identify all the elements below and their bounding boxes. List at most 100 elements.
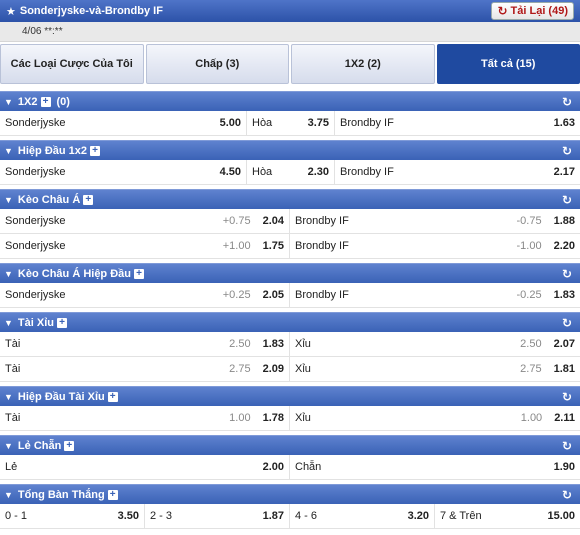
- odds-cell-goals-7-plus[interactable]: 7 & Trên 15.00: [435, 504, 580, 528]
- odds-value: 3.20: [407, 510, 429, 522]
- star-icon[interactable]: ★: [6, 5, 16, 18]
- odds-cell-goals-2-3[interactable]: 2 - 3 1.87: [145, 504, 290, 528]
- odds-value: 3.75: [307, 117, 329, 129]
- odds-cell-home[interactable]: Sonderjyske 5.00: [0, 111, 247, 135]
- odds-value: 2.09: [262, 363, 284, 375]
- section-title: 1X2: [17, 95, 38, 108]
- refresh-icon[interactable]: ↻: [562, 267, 572, 281]
- refresh-icon[interactable]: ↻: [562, 95, 572, 109]
- match-odds-panel: ★ Sonderjyske-và-Brondby IF ↻ Tải Lại (4…: [0, 0, 580, 535]
- section-over-under-header[interactable]: ▼ Tài Xỉu + ↻: [0, 312, 580, 332]
- goal-line-value: 2.50: [520, 338, 542, 350]
- selection-name: Tài: [5, 412, 21, 424]
- section-total-goals-header[interactable]: ▼ Tổng Bàn Thắng + ↻: [0, 484, 580, 504]
- plus-icon[interactable]: +: [134, 268, 144, 279]
- odds-cell-home[interactable]: Sonderjyske 4.50: [0, 160, 247, 184]
- selection-name: Brondby IF: [340, 166, 394, 178]
- refresh-icon[interactable]: ↻: [562, 390, 572, 404]
- refresh-icon: ↻: [497, 4, 508, 18]
- odds-value: 1.81: [553, 363, 575, 375]
- odds-row: Sonderjyske +0.75 2.04 Brondby IF -0.75 1.88: [0, 209, 580, 234]
- plus-icon[interactable]: +: [64, 440, 75, 451]
- plus-icon[interactable]: +: [90, 145, 101, 156]
- caret-down-icon: ▼: [4, 194, 13, 205]
- tab-my-bets[interactable]: Các Loại Cược Của Tôi: [0, 44, 144, 84]
- odds-value: 2.07: [553, 338, 575, 350]
- odds-cell-over[interactable]: Tài 2.50 1.83: [0, 332, 290, 356]
- section-title: Hiệp Đầu 1x2: [17, 144, 88, 157]
- odds-row: Lẻ 2.00 Chẵn 1.90: [0, 455, 580, 480]
- odds-cell-draw[interactable]: Hòa 3.75: [247, 111, 335, 135]
- odds-cell-home[interactable]: Sonderjyske +1.00 1.75: [0, 234, 290, 258]
- odds-cell-away[interactable]: Brondby IF 1.63: [335, 111, 580, 135]
- section-odd-even-header[interactable]: ▼ Lẻ Chẵn + ↻: [0, 435, 580, 455]
- odds-cell-even[interactable]: Chẵn 1.90: [290, 455, 580, 479]
- refresh-icon[interactable]: ↻: [562, 193, 572, 207]
- odds-cell-under[interactable]: Xỉu 2.50 2.07: [290, 332, 580, 356]
- odds-cell-under[interactable]: Xỉu 1.00 2.11: [290, 406, 580, 430]
- odds-cell-goals-4-6[interactable]: 4 - 6 3.20: [290, 504, 435, 528]
- handicap-value: +1.00: [222, 240, 251, 252]
- odds-row: Tài 2.75 2.09 Xỉu 2.75 1.81: [0, 357, 580, 382]
- odds-cell-home[interactable]: Sonderjyske +0.25 2.05: [0, 283, 290, 307]
- section-title: Kèo Châu Á: [17, 193, 81, 206]
- caret-down-icon: ▼: [4, 317, 13, 328]
- odds-cell-away[interactable]: Brondby IF -1.00 2.20: [290, 234, 580, 258]
- section-title: Kèo Châu Á Hiệp Đầu: [17, 267, 131, 280]
- refresh-icon[interactable]: ↻: [562, 439, 572, 453]
- goal-line-value: 2.50: [229, 338, 251, 350]
- refresh-icon[interactable]: ↻: [562, 144, 572, 158]
- tab-all[interactable]: Tất cả (15): [436, 44, 580, 84]
- plus-icon[interactable]: +: [83, 194, 94, 205]
- selection-name: Xỉu: [295, 338, 311, 350]
- odds-row: Tài 2.50 1.83 Xỉu 2.50 2.07: [0, 332, 580, 357]
- odds-cell-away[interactable]: Brondby IF 2.17: [335, 160, 580, 184]
- odds-cell-over[interactable]: Tài 2.75 2.09: [0, 357, 290, 381]
- odds-cell-home[interactable]: Sonderjyske +0.75 2.04: [0, 209, 290, 233]
- section-first-half-1x2-header[interactable]: ▼ Hiệp Đầu 1x2 + ↻: [0, 140, 580, 160]
- odds-cell-under[interactable]: Xỉu 2.75 1.81: [290, 357, 580, 381]
- odds-cell-away[interactable]: Brondby IF -0.75 1.88: [290, 209, 580, 233]
- odds-value: 2.00: [262, 461, 284, 473]
- goal-line-value: 1.00: [520, 412, 543, 424]
- goal-line-value: 1.00: [229, 412, 251, 424]
- refresh-icon[interactable]: ↻: [562, 488, 572, 502]
- section-count: (0): [56, 95, 70, 108]
- match-date-text: 4/06 **:**: [22, 26, 63, 37]
- section-first-half-asian-handicap-header[interactable]: ▼ Kèo Châu Á Hiệp Đầu + ↻: [0, 263, 580, 283]
- odds-value: 1.88: [553, 215, 575, 227]
- selection-name: Sonderjyske: [5, 117, 66, 129]
- section-1x2-header[interactable]: ▼ 1X2 + (0) ↻: [0, 91, 580, 111]
- odds-cell-over[interactable]: Tài 1.00 1.78: [0, 406, 290, 430]
- odds-cell-goals-0-1[interactable]: 0 - 1 3.50: [0, 504, 145, 528]
- plus-icon[interactable]: +: [107, 489, 118, 500]
- odds-value: 1.83: [553, 289, 575, 301]
- match-date: 4/06 **:**: [0, 22, 580, 42]
- plus-icon[interactable]: +: [40, 96, 51, 107]
- handicap-value: -0.75: [516, 215, 542, 227]
- refresh-icon[interactable]: ↻: [562, 316, 572, 330]
- reload-button[interactable]: ↻ Tải Lại (49): [491, 2, 574, 20]
- selection-name: Sonderjyske: [5, 289, 66, 301]
- odds-cell-draw[interactable]: Hòa 2.30: [247, 160, 335, 184]
- odds-cell-odd[interactable]: Lẻ 2.00: [0, 455, 290, 479]
- selection-name: Brondby IF: [295, 240, 349, 252]
- selection-name: Tài: [5, 363, 21, 375]
- section-title: Lẻ Chẵn: [17, 439, 62, 452]
- plus-icon[interactable]: +: [107, 391, 118, 402]
- tab-1x2[interactable]: 1X2 (2): [291, 44, 435, 84]
- tab-handicap[interactable]: Chấp (3): [145, 44, 289, 84]
- plus-icon[interactable]: +: [56, 317, 67, 328]
- selection-name: Xỉu: [295, 363, 311, 375]
- section-asian-handicap-header[interactable]: ▼ Kèo Châu Á + ↻: [0, 189, 580, 209]
- match-title: Sonderjyske-và-Brondby IF: [19, 5, 163, 17]
- section-title: Hiệp Đầu Tài Xỉu: [17, 390, 105, 403]
- odds-value: 2.20: [553, 240, 575, 252]
- odds-cell-away[interactable]: Brondby IF -0.25 1.83: [290, 283, 580, 307]
- odds-row: Sonderjyske +1.00 1.75 Brondby IF -1.00 2.20: [0, 234, 580, 259]
- match-header: ★ Sonderjyske-và-Brondby IF ↻ Tải Lại (4…: [0, 0, 580, 22]
- selection-name: Hòa: [252, 117, 273, 129]
- section-first-half-over-under-header[interactable]: ▼ Hiệp Đầu Tài Xỉu + ↻: [0, 386, 580, 406]
- odds-value: 1.87: [262, 510, 284, 522]
- goal-line-value: 2.75: [229, 363, 251, 375]
